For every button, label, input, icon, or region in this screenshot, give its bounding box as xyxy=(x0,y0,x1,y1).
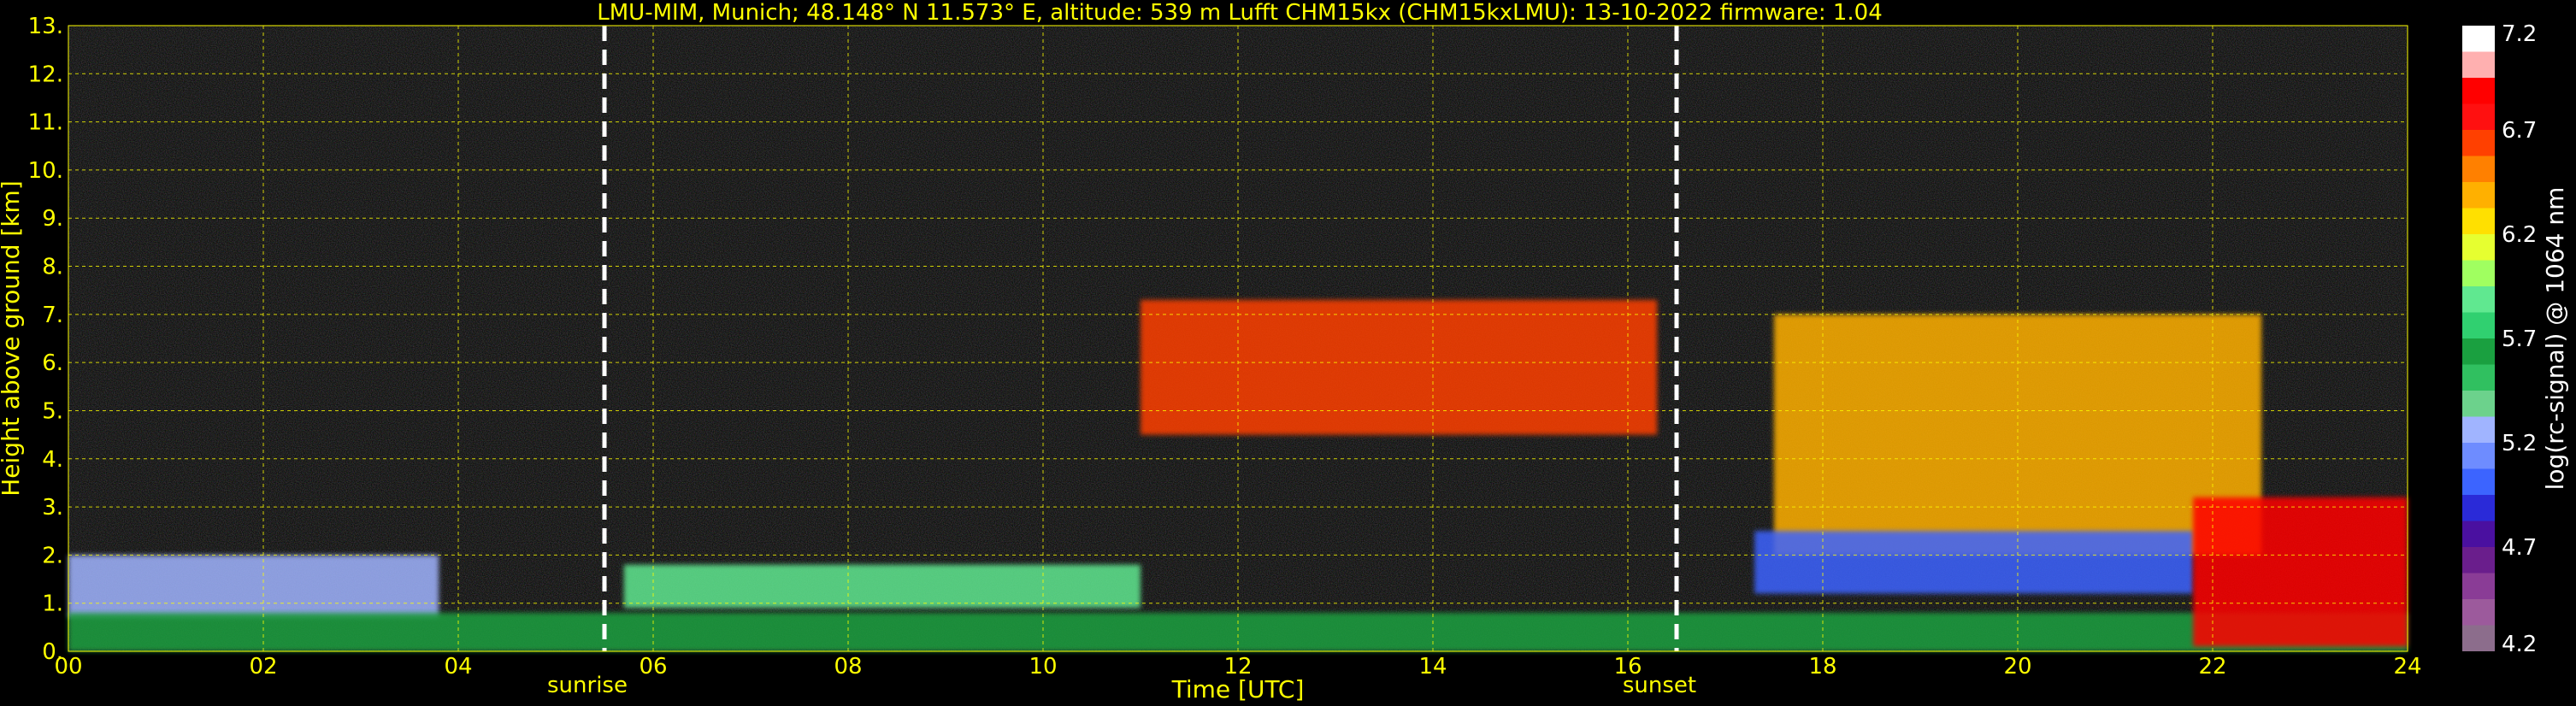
signal-region xyxy=(1141,299,1658,435)
x-tick-label: 22 xyxy=(2198,654,2226,680)
y-tick-label: 12. xyxy=(28,62,63,87)
y-tick-label: 6. xyxy=(42,350,63,376)
colorbar-ticks: 4.2 4.7 5.2 5.7 6.2 6.7 7.2 xyxy=(2502,21,2537,657)
x-tick-label: 14 xyxy=(1418,654,1447,680)
y-tick-label: 3. xyxy=(42,495,63,521)
colorbar-label: log(rc-signal) @ 1064 nm xyxy=(2541,187,2569,491)
y-axis-label: Height above ground [km] xyxy=(0,180,25,497)
x-tick-label: 10 xyxy=(1029,654,1057,680)
colorbar-tick-label: 4.2 xyxy=(2502,632,2537,657)
y-tick-label: 7. xyxy=(42,303,63,328)
x-tick-label: 24 xyxy=(2393,654,2421,680)
x-tick-label: 04 xyxy=(444,654,472,680)
x-tick-label: 20 xyxy=(2003,654,2031,680)
x-tick-label: 08 xyxy=(834,654,862,680)
y-tick-label: 10. xyxy=(28,158,63,184)
colorbar-tick-label: 6.7 xyxy=(2502,118,2537,144)
y-tick-label: 4. xyxy=(42,447,63,473)
y-tick-label: 9. xyxy=(42,206,63,232)
colorbar xyxy=(2462,26,2495,651)
signal-region xyxy=(68,555,439,618)
chart-title: LMU-MIM, Munich; 48.148° N 11.573° E, al… xyxy=(597,0,1882,26)
colorbar-tick-label: 4.7 xyxy=(2502,535,2537,561)
x-tick-label: 06 xyxy=(639,654,667,680)
ceilometer-chart: LMU-MIM, Munich; 48.148° N 11.573° E, al… xyxy=(0,0,2569,703)
signal-region xyxy=(1754,531,2194,594)
x-axis-label: Time [UTC] xyxy=(1171,675,1305,703)
x-tick-label: 02 xyxy=(249,654,277,680)
signal-region xyxy=(623,564,1141,609)
y-tick-label: 1. xyxy=(42,591,63,617)
y-tick-label: 2. xyxy=(42,543,63,568)
x-tick-label: 18 xyxy=(1808,654,1836,680)
y-tick-label: 13. xyxy=(28,14,63,39)
signal-region xyxy=(68,612,2408,651)
colorbar-tick-label: 6.2 xyxy=(2502,222,2537,248)
x-tick-label: 16 xyxy=(1613,654,1642,680)
x-tick-label: 00 xyxy=(54,654,82,680)
y-tick-label: 11. xyxy=(28,110,63,136)
y-axis-ticks: 0.1.2.3.4.5.6.7.8.9.10.11.12.13. xyxy=(28,14,63,665)
sun-event-label: sunrise xyxy=(547,673,628,698)
colorbar-tick-label: 5.7 xyxy=(2502,327,2537,352)
y-tick-label: 8. xyxy=(42,255,63,280)
y-tick-label: 5. xyxy=(42,398,63,424)
colorbar-tick-label: 7.2 xyxy=(2502,21,2537,47)
colorbar-tick-label: 5.2 xyxy=(2502,431,2537,456)
signal-region xyxy=(2193,497,2408,647)
